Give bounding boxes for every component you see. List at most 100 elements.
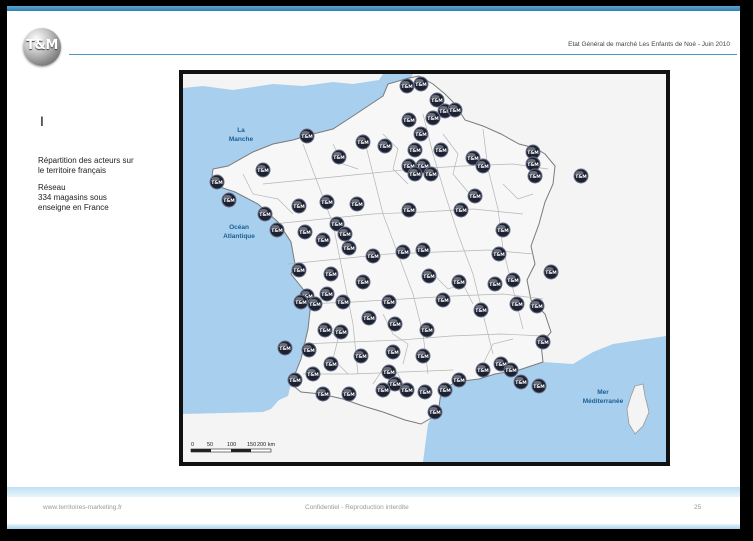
marker-label: T&M	[515, 380, 527, 386]
section-mark: I	[40, 113, 44, 129]
company-logo: T&M	[23, 28, 61, 66]
marker-label: T&M	[355, 354, 367, 360]
marker-label: T&M	[455, 208, 467, 214]
store-marker: T&M	[419, 322, 435, 338]
marker-label: T&M	[419, 390, 431, 396]
store-marker: T&M	[413, 126, 429, 142]
marker-label: T&M	[307, 372, 319, 378]
store-marker: T&M	[355, 274, 371, 290]
store-marker: T&M	[287, 372, 303, 388]
sidebar-text-line: Réseau	[38, 183, 66, 192]
marker-label: T&M	[383, 300, 395, 306]
store-marker: T&M	[291, 198, 307, 214]
marker-label: T&M	[575, 174, 587, 180]
store-marker: T&M	[353, 348, 369, 364]
header-title: Etat Général de marché Les Enfants de No…	[568, 41, 730, 48]
store-marker: T&M	[331, 149, 347, 165]
marker-label: T&M	[409, 172, 421, 178]
marker-label: T&M	[439, 388, 451, 394]
marker-label: T&M	[295, 300, 307, 306]
marker-label: T&M	[303, 348, 315, 354]
marker-label: T&M	[417, 248, 429, 254]
store-marker: T&M	[475, 362, 491, 378]
marker-label: T&M	[403, 118, 415, 124]
store-marker: T&M	[381, 294, 397, 310]
store-marker: T&M	[355, 134, 371, 150]
store-marker: T&M	[305, 366, 321, 382]
marker-label: T&M	[223, 198, 235, 204]
store-marker: T&M	[447, 102, 463, 118]
store-marker: T&M	[529, 298, 545, 314]
marker-label: T&M	[417, 354, 429, 360]
marker-label: T&M	[331, 222, 343, 228]
store-marker: T&M	[407, 166, 423, 182]
marker-label: T&M	[357, 280, 369, 286]
sea-label: Mer	[597, 389, 609, 396]
scale-label: 100	[227, 442, 236, 448]
marker-label: T&M	[339, 232, 351, 238]
sidebar-text-line: enseigne en France	[38, 203, 109, 212]
marker-label: T&M	[301, 134, 313, 140]
store-marker: T&M	[323, 356, 339, 372]
scale-label: 0	[191, 442, 194, 448]
marker-label: T&M	[289, 378, 301, 384]
store-marker: T&M	[293, 294, 309, 310]
marker-label: T&M	[423, 274, 435, 280]
store-marker: T&M	[467, 188, 483, 204]
sea-label: Méditerranée	[583, 398, 624, 405]
marker-label: T&M	[337, 300, 349, 306]
logo-text: T&M	[26, 38, 58, 53]
store-marker: T&M	[361, 310, 377, 326]
sea-label: Atlantique	[223, 233, 255, 240]
marker-label: T&M	[321, 200, 333, 206]
store-marker: T&M	[315, 232, 331, 248]
marker-label: T&M	[343, 392, 355, 398]
store-marker: T&M	[433, 142, 449, 158]
store-marker: T&M	[341, 386, 357, 402]
bottom-accent-bar	[7, 524, 740, 529]
marker-label: T&M	[497, 228, 509, 234]
marker-label: T&M	[259, 212, 271, 218]
store-marker: T&M	[453, 202, 469, 218]
store-marker: T&M	[319, 286, 335, 302]
marker-label: T&M	[317, 238, 329, 244]
marker-label: T&M	[383, 370, 395, 376]
marker-label: T&M	[415, 132, 427, 138]
marker-label: T&M	[507, 278, 519, 284]
marker-label: T&M	[363, 316, 375, 322]
store-marker: T&M	[375, 382, 391, 398]
marker-label: T&M	[379, 144, 391, 150]
store-marker: T&M	[407, 142, 423, 158]
store-marker: T&M	[421, 268, 437, 284]
store-marker: T&M	[473, 302, 489, 318]
store-marker: T&M	[255, 162, 271, 178]
marker-label: T&M	[377, 388, 389, 394]
store-marker: T&M	[451, 274, 467, 290]
store-marker: T&M	[365, 248, 381, 264]
store-marker: T&M	[413, 76, 429, 92]
france-map-svg: La Manche Océan Atlantique Mer Méditerra…	[183, 74, 666, 462]
marker-label: T&M	[367, 254, 379, 260]
top-accent-bar	[7, 6, 740, 11]
marker-label: T&M	[429, 410, 441, 416]
store-marker: T&M	[491, 246, 507, 262]
marker-label: T&M	[401, 84, 413, 90]
marker-label: T&M	[437, 298, 449, 304]
store-marker: T&M	[543, 264, 559, 280]
slide: T&M Etat Général de marché Les Enfants d…	[7, 6, 740, 529]
store-map: La Manche Océan Atlantique Mer Méditerra…	[183, 74, 666, 462]
marker-label: T&M	[389, 382, 401, 388]
store-marker: T&M	[435, 292, 451, 308]
store-marker: T&M	[573, 168, 589, 184]
marker-label: T&M	[403, 208, 415, 214]
marker-label: T&M	[531, 304, 543, 310]
marker-label: T&M	[425, 172, 437, 178]
marker-label: T&M	[325, 362, 337, 368]
store-marker: T&M	[301, 342, 317, 358]
store-marker: T&M	[399, 78, 415, 94]
sea-label: Manche	[229, 136, 254, 143]
marker-label: T&M	[387, 350, 399, 356]
store-marker: T&M	[475, 158, 491, 174]
marker-label: T&M	[431, 98, 443, 104]
store-marker: T&M	[333, 324, 349, 340]
